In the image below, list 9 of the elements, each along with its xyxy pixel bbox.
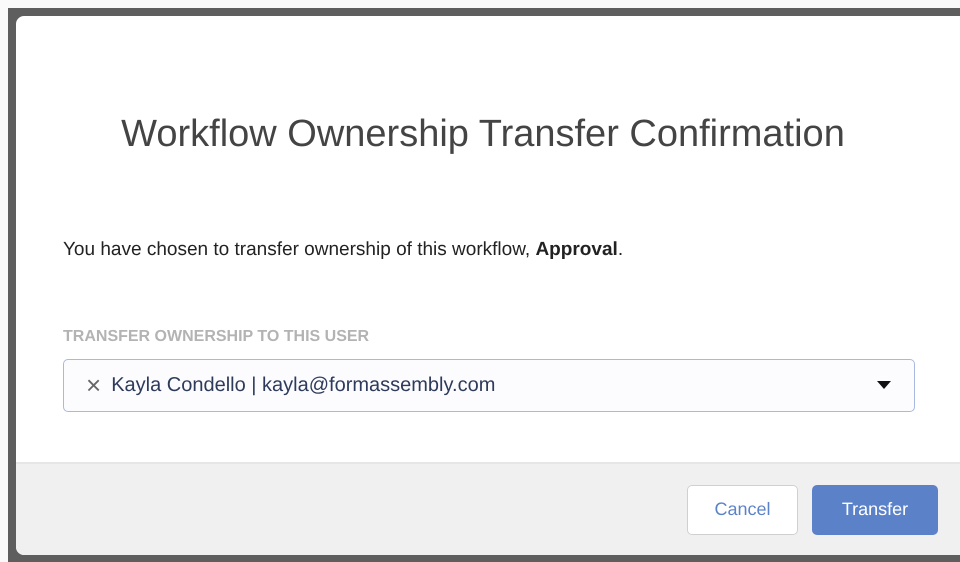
user-select[interactable]: × Kayla Condello | kayla@formassembly.com bbox=[63, 358, 915, 412]
field-label: TRANSFER OWNERSHIP TO THIS USER bbox=[63, 326, 370, 346]
dropdown-caret-icon[interactable] bbox=[876, 380, 892, 390]
dialog-message: You have chosen to transfer ownership of this workflow, Approval. bbox=[63, 238, 624, 262]
selected-user: Kayla Condello | kayla@formassembly.com bbox=[111, 373, 496, 398]
dialog-title: Workflow Ownership Transfer Confirmation bbox=[120, 112, 846, 157]
cancel-button[interactable]: Cancel bbox=[687, 484, 798, 534]
transfer-button[interactable]: Transfer bbox=[812, 484, 938, 534]
clear-icon[interactable]: × bbox=[86, 372, 102, 398]
